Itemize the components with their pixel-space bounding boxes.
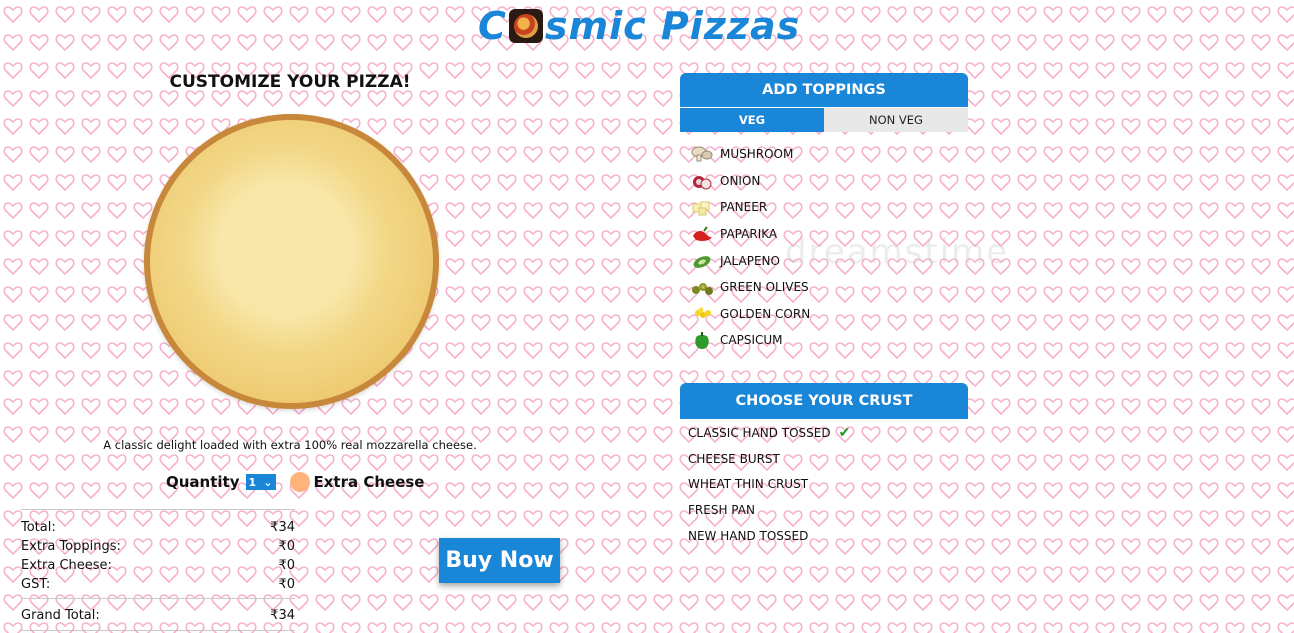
topping-golden-corn[interactable]: GOLDEN CORN — [690, 301, 810, 328]
tab-non-veg[interactable]: NON VEG — [824, 108, 968, 132]
pizza-description: A classic delight loaded with extra 100%… — [103, 438, 477, 452]
olives-icon — [692, 283, 713, 296]
gst-label: GST: — [21, 577, 51, 592]
topping-jalapeno[interactable]: JALAPENO — [690, 247, 810, 274]
crust-new-hand-tossed[interactable]: NEW HAND TOSSED — [688, 523, 850, 549]
check-icon: ✔ — [838, 424, 851, 441]
crust-list: CLASSIC HAND TOSSED ✔ CHEESE BURST WHEAT… — [688, 420, 850, 549]
quantity-value: 1 — [248, 475, 257, 489]
extra-cheese-label: Extra Cheese — [313, 473, 425, 491]
crust-header: CHOOSE YOUR CRUST — [680, 383, 968, 419]
topping-label: CAPSICUM — [720, 333, 783, 348]
topping-green-olives[interactable]: GREEN OLIVES — [690, 274, 810, 301]
total-label: Total: — [21, 520, 56, 535]
topping-label: PAPARIKA — [720, 227, 778, 242]
extra-toppings-label: Extra Toppings: — [21, 539, 121, 554]
extra-toppings-row: Extra Toppings: ₹0 — [21, 537, 295, 556]
watermark: dreamstime — [785, 232, 1010, 272]
total-value: ₹34 — [270, 520, 295, 535]
logo-text-suffix: smic Pizzas — [544, 4, 801, 48]
jalapeno-icon — [693, 255, 711, 268]
crust-label: WHEAT THIN CRUST — [688, 477, 809, 492]
price-summary: Total: ₹34 Extra Toppings: ₹0 Extra Chee… — [21, 509, 295, 631]
topping-label: MUSHROOM — [720, 147, 794, 162]
grand-total-value: ₹34 — [270, 607, 295, 623]
crust-cheese-burst[interactable]: CHEESE BURST — [688, 446, 850, 472]
divider — [21, 598, 295, 599]
toppings-tabs: VEG NON VEG — [680, 108, 968, 132]
onion-icon — [693, 175, 712, 190]
extra-cheese-price-value: ₹0 — [278, 558, 295, 573]
total-row: Total: ₹34 — [21, 518, 295, 537]
paprika-icon — [693, 226, 712, 242]
pizza-image — [144, 114, 439, 409]
extra-toppings-value: ₹0 — [278, 539, 295, 554]
toppings-list: MUSHROOM ONION PANEER PAPARIKA JALAPENO — [690, 141, 810, 354]
tab-veg[interactable]: VEG — [680, 108, 824, 132]
grand-total-label: Grand Total: — [21, 607, 100, 623]
topping-label: GREEN OLIVES — [720, 280, 809, 295]
paneer-icon — [692, 201, 710, 216]
corn-icon — [695, 307, 711, 318]
extra-cheese-price-label: Extra Cheese: — [21, 558, 112, 573]
extra-cheese-toggle[interactable] — [289, 472, 310, 492]
gst-value: ₹0 — [278, 577, 295, 592]
chevron-down-icon: ⌄ — [263, 475, 273, 489]
topping-paparika[interactable]: PAPARIKA — [690, 221, 810, 248]
gst-row: GST: ₹0 — [21, 575, 295, 594]
logo-text-prefix: C — [478, 4, 507, 48]
topping-capsicum[interactable]: CAPSICUM — [690, 327, 810, 354]
crust-classic-hand-tossed[interactable]: CLASSIC HAND TOSSED ✔ — [688, 420, 850, 446]
page-title: CUSTOMIZE YOUR PIZZA! — [169, 72, 411, 92]
mushroom-icon — [691, 146, 713, 162]
topping-mushroom[interactable]: MUSHROOM — [690, 141, 810, 168]
crust-wheat-thin[interactable]: WHEAT THIN CRUST — [688, 472, 850, 498]
pizza-logo-icon — [508, 9, 543, 43]
extra-cheese-row: Extra Cheese: ₹0 — [21, 556, 295, 575]
quantity-label: Quantity — [166, 473, 240, 491]
site-logo[interactable]: C smic Pizzas — [478, 4, 800, 48]
crust-label: NEW HAND TOSSED — [688, 529, 809, 544]
divider — [21, 509, 295, 510]
buy-now-button[interactable]: Buy Now — [439, 538, 560, 583]
topping-onion[interactable]: ONION — [690, 168, 810, 195]
topping-label: PANEER — [720, 200, 768, 215]
topping-label: GOLDEN CORN — [720, 306, 811, 321]
quantity-select[interactable]: 1 ⌄ — [245, 474, 276, 490]
crust-label: FRESH PAN — [688, 503, 755, 518]
topping-label: ONION — [720, 173, 761, 188]
capsicum-icon — [695, 332, 709, 350]
crust-label: CHEESE BURST — [688, 451, 780, 466]
toppings-header: ADD TOPPINGS — [680, 73, 968, 107]
topping-paneer[interactable]: PANEER — [690, 194, 810, 221]
options-row: Quantity 1 ⌄ Extra Cheese — [166, 470, 424, 494]
crust-label: CLASSIC HAND TOSSED — [688, 425, 831, 440]
crust-fresh-pan[interactable]: FRESH PAN — [688, 497, 850, 523]
divider — [21, 630, 295, 631]
topping-label: JALAPENO — [720, 253, 780, 268]
grand-total-row: Grand Total: ₹34 — [21, 604, 295, 626]
